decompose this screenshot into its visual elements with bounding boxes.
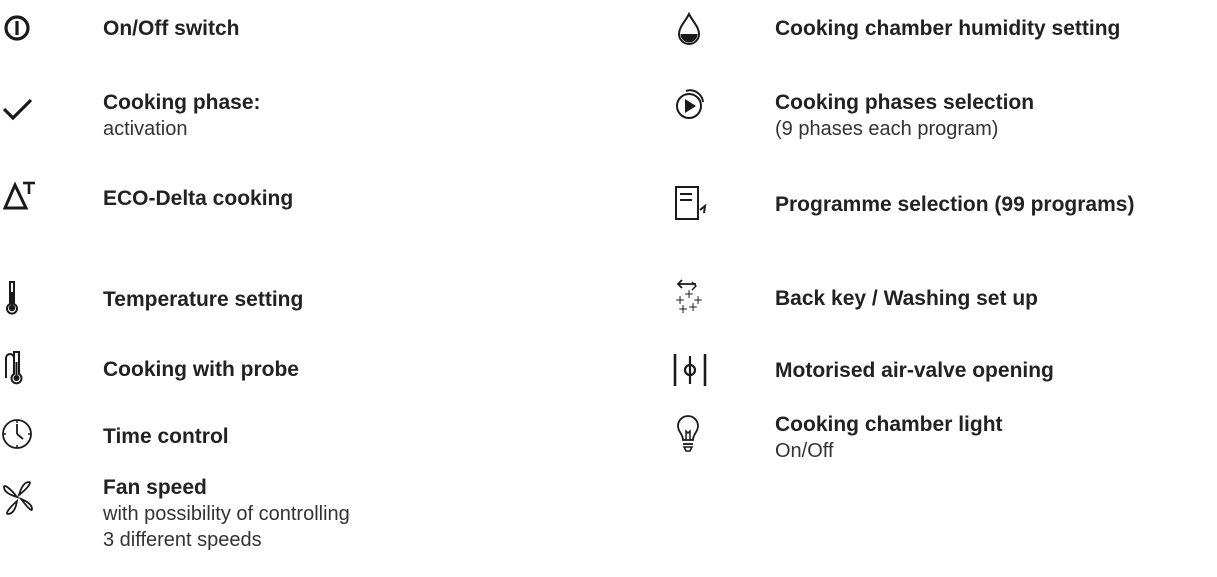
thermometer-icon <box>0 278 40 318</box>
legend-desc: 3 different speeds <box>103 529 262 551</box>
program-document-icon <box>672 184 712 224</box>
svg-text:+: + <box>678 302 688 316</box>
legend-title: Cooking chamber light <box>775 413 1003 436</box>
legend-title: Cooking with probe <box>103 358 299 381</box>
clock-icon <box>0 414 40 454</box>
svg-text:+: + <box>688 300 698 314</box>
legend-title: Cooking phases selection <box>775 91 1035 114</box>
legend-desc: with possibility of controlling <box>103 503 350 525</box>
power-icon <box>0 10 40 50</box>
checkmark-icon <box>0 88 40 128</box>
legend-desc: On/Off <box>775 440 834 462</box>
fan-icon <box>0 478 40 518</box>
legend-desc: activation <box>103 118 188 140</box>
legend-title: Fan speed <box>103 476 207 499</box>
legend-title: On/Off switch <box>103 17 240 40</box>
light-bulb-icon <box>672 414 712 454</box>
back-wash-icon: + + + + + <box>672 276 712 316</box>
probe-thermometer-icon <box>0 348 40 388</box>
delta-t-icon <box>0 176 40 216</box>
legend-desc: (9 phases each program) <box>775 118 999 140</box>
legend-title: Temperature setting <box>103 288 304 311</box>
legend-title: Back key / Washing set up <box>775 287 1038 310</box>
legend-title: Time control <box>103 425 229 448</box>
air-valve-icon <box>672 350 712 390</box>
legend-title: Cooking chamber humidity setting <box>775 17 1121 40</box>
legend-title: Motorised air-valve opening <box>775 359 1054 382</box>
water-drop-icon <box>672 10 712 50</box>
legend-title: Programme selection (99 programs) <box>775 193 1135 216</box>
phases-play-icon <box>672 84 712 124</box>
legend-title: Cooking phase: <box>103 91 261 114</box>
legend-title: ECO-Delta cooking <box>103 187 294 210</box>
